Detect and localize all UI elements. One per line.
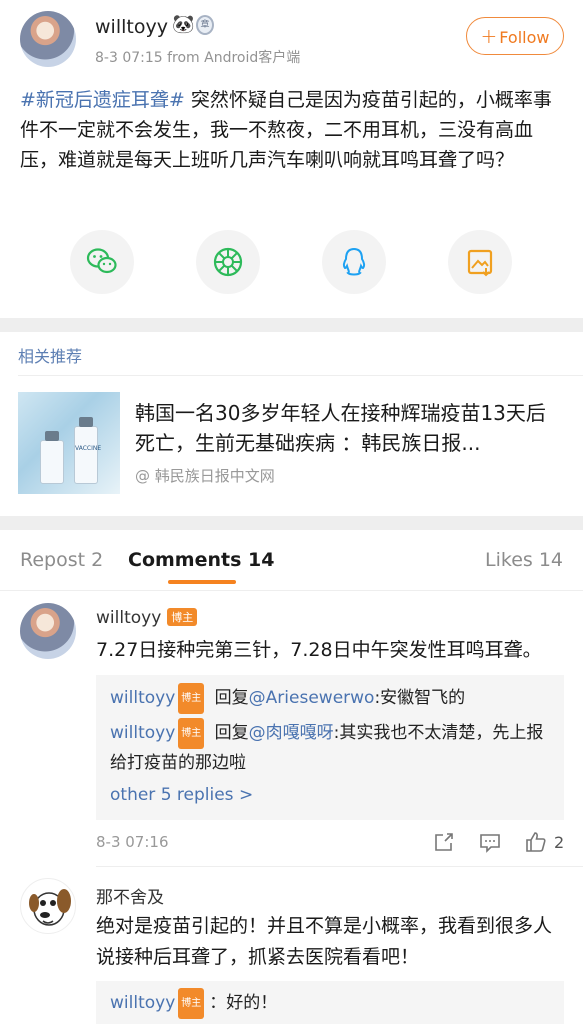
- comment-time: 8-3 07:16: [96, 833, 169, 851]
- plus-icon: +: [480, 24, 498, 48]
- like-icon[interactable]: [524, 830, 548, 854]
- share-qq-button[interactable]: [322, 230, 386, 294]
- related-divider: [18, 375, 583, 376]
- author-badge: 博主: [178, 718, 205, 749]
- author-badge: 博主: [167, 608, 198, 626]
- related-headline[interactable]: 韩国一名30多岁年轻人在接种辉瑞疫苗13天后死亡，生前无基础疾病 ：韩民族日报.…: [135, 398, 565, 458]
- related-thumbnail[interactable]: VACCINE: [18, 392, 120, 494]
- commenter-username[interactable]: willtoyy: [96, 608, 161, 628]
- engagement-tabs: Repost 2 Comments 14 Likes 14: [0, 540, 583, 590]
- share-wechat-button[interactable]: [70, 230, 134, 294]
- reply-username[interactable]: willtoyy: [110, 723, 175, 743]
- author-avatar[interactable]: [20, 11, 76, 67]
- reply-mention[interactable]: @Ariesewerwo: [249, 688, 375, 708]
- comment-text: 7.27日接种完第三针，7.28日中午突发性耳鸣耳聋。: [96, 639, 542, 661]
- post-body: #新冠后遗症耳聋# 突然怀疑自己是因为疫苗引起的，小概率事件不一定就不会发生，我…: [20, 85, 565, 175]
- related-section-title: 相关推荐: [18, 347, 83, 366]
- reply-item[interactable]: willtoyy 博主 ：好的！: [110, 988, 550, 1019]
- panda-badge-icon: 🐼: [172, 14, 195, 35]
- post-hashtag[interactable]: #新冠后遗症耳聋#: [20, 89, 185, 111]
- author-username[interactable]: willtoyy: [95, 16, 168, 38]
- post-header: willtoyy 🐼 章 8-3 07:15 from Android客户端 +…: [0, 0, 583, 78]
- reply-mention[interactable]: @肉嘎嘎呀: [249, 723, 334, 743]
- share-row: [0, 230, 583, 296]
- reply-prefix: 回复: [209, 723, 249, 743]
- author-badge: 博主: [178, 683, 205, 714]
- reply-prefix: 回复: [209, 688, 249, 708]
- replies-box[interactable]: willtoyy 博主 ：好的！: [96, 981, 564, 1024]
- replies-box[interactable]: willtoyy 博主 回复@Ariesewerwo:安徽智飞的 willtoyy…: [96, 675, 564, 820]
- active-tab-indicator: [168, 580, 236, 584]
- vial-label: VACCINE: [75, 445, 102, 452]
- post-time-source: 8-3 07:15 from Android客户端: [95, 50, 301, 66]
- qq-icon: [342, 247, 366, 276]
- tab-repost[interactable]: Repost 2: [20, 549, 103, 571]
- commenter-name[interactable]: willtoyy 博主: [96, 608, 198, 628]
- like-count: 2: [554, 833, 565, 852]
- reply-username[interactable]: willtoyy: [110, 688, 175, 708]
- medal-badge-icon: 章: [196, 15, 214, 35]
- reply-text: :安徽智飞的: [374, 688, 466, 708]
- share-icon[interactable]: [432, 830, 456, 854]
- commenter-avatar[interactable]: [20, 878, 76, 934]
- section-divider: [0, 318, 583, 332]
- commenter-name[interactable]: 那不舍及: [96, 883, 164, 908]
- comment-icon[interactable]: [478, 830, 502, 854]
- share-moments-button[interactable]: [196, 230, 260, 294]
- section-divider: [0, 516, 583, 530]
- follow-label: Follow: [499, 28, 550, 47]
- save-image-icon: [467, 249, 493, 277]
- commenter-avatar[interactable]: [20, 603, 76, 659]
- reply-item[interactable]: willtoyy 博主 回复@Ariesewerwo:安徽智飞的: [110, 683, 550, 714]
- more-replies-link[interactable]: other 5 replies >: [110, 785, 253, 805]
- tabs-divider: [0, 590, 583, 591]
- follow-button[interactable]: + Follow: [466, 17, 564, 55]
- dog-avatar-icon: [29, 889, 71, 926]
- share-save-image-button[interactable]: [448, 230, 512, 294]
- moments-icon: [213, 247, 243, 277]
- tab-likes[interactable]: Likes 14: [485, 549, 563, 571]
- vaccine-vial-image: [40, 431, 64, 484]
- comment-divider: [96, 866, 583, 867]
- reply-username[interactable]: willtoyy: [110, 993, 175, 1013]
- comment-text: 绝对是疫苗引起的！并且不算是小概率，我看到很多人说接种后耳聋了，抓紧去医院看看吧…: [96, 915, 553, 968]
- commenter-username[interactable]: 那不舍及: [96, 888, 164, 908]
- wechat-icon: [86, 248, 117, 274]
- related-source[interactable]: @ 韩民族日报中文网: [135, 465, 275, 486]
- author-badge: 博主: [178, 988, 205, 1019]
- tab-comments[interactable]: Comments 14: [128, 549, 274, 571]
- reply-text: ：好的！: [209, 993, 278, 1013]
- reply-item[interactable]: willtoyy 博主 回复@肉嘎嘎呀:其实我也不太清楚，先上报给打疫苗的那边啦: [110, 718, 550, 778]
- vaccine-vial-image: VACCINE: [74, 417, 102, 484]
